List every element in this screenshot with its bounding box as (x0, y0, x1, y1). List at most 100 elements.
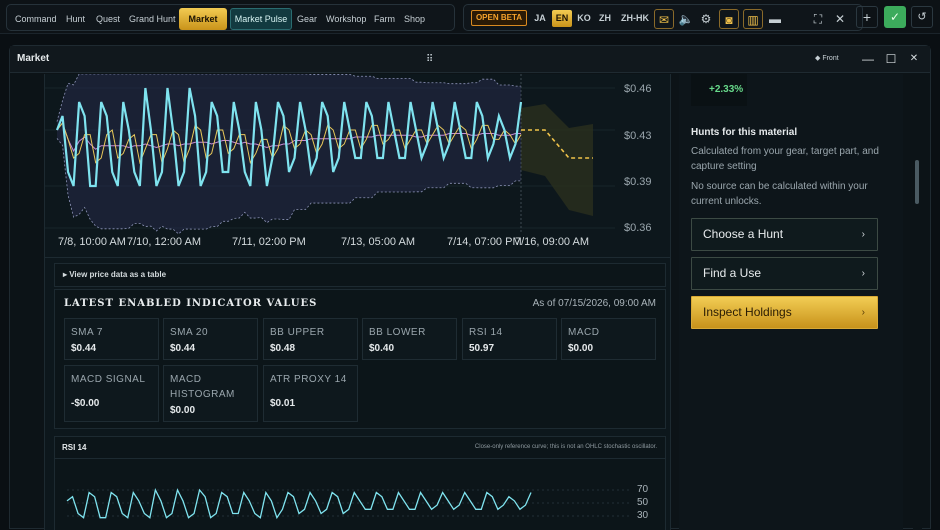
x-tick: 7/14, 07:00 PM (447, 236, 522, 248)
indicator-timestamp: As of 07/15/2026, 09:00 AM (532, 298, 656, 309)
plus-icon[interactable]: + (856, 6, 878, 28)
indicator-card: ATR PROXY 14 $0.01 (263, 365, 358, 422)
refresh-icon[interactable]: ↺ (911, 6, 933, 28)
nav-shop[interactable]: Shop (404, 10, 425, 29)
hunts-title: Hunts for this material (691, 127, 798, 138)
price-chart-svg (45, 74, 615, 235)
lang-ko[interactable]: KO (576, 10, 592, 27)
window-maximize-icon[interactable]: ☐ (883, 51, 899, 67)
nav-workshop[interactable]: Workshop (326, 10, 366, 29)
find-use-label: Find a Use (703, 266, 762, 280)
indicator-label: MACD (568, 327, 600, 338)
window-titlebar[interactable]: Market ⠿ ◆ Front — ☐ ✕ (10, 46, 930, 73)
price-change: +2.33% (709, 84, 744, 95)
discord-icon[interactable]: ◙ (719, 9, 739, 29)
check-icon[interactable]: ✓ (884, 6, 906, 28)
indicator-label: BB UPPER (270, 327, 325, 338)
x-tick: 7/13, 05:00 AM (341, 236, 415, 248)
indicator-label: RSI 14 (469, 327, 503, 338)
lang-en[interactable]: EN (552, 10, 572, 27)
change-box: +2.33% (691, 74, 747, 106)
scrollbar[interactable] (913, 74, 922, 530)
choose-hunt-button[interactable]: Choose a Hunt › (691, 218, 878, 251)
nav-farm[interactable]: Farm (374, 10, 395, 29)
front-button[interactable]: ◆ Front (815, 51, 860, 67)
nav-market[interactable]: Market (179, 8, 227, 30)
indicator-value: -$0.00 (71, 398, 100, 409)
indicator-label: SMA 7 (71, 327, 103, 338)
indicator-title: LATEST ENABLED INDICATOR VALUES (64, 298, 318, 309)
indicator-card: MACD HISTOGRAM $0.00 (163, 365, 258, 422)
front-label: Front (822, 55, 839, 62)
indicator-value: $0.00 (170, 405, 196, 416)
indicator-label: MACD HISTOGRAM (170, 374, 235, 400)
window-title: Market (17, 53, 50, 64)
view-table-toggle[interactable]: ▸ View price data as a table (54, 263, 666, 287)
find-use-button[interactable]: Find a Use › (691, 257, 878, 290)
chevron-right-icon: › (861, 268, 865, 279)
book-icon[interactable]: ▥ (743, 9, 763, 29)
indicator-card: SMA 20 $0.44 (163, 318, 258, 360)
window-minimize-icon[interactable]: — (860, 51, 876, 67)
scrollbar-thumb[interactable] (915, 160, 919, 204)
no-source-note: No source can be calculated within your … (691, 181, 868, 207)
nav-gear[interactable]: Gear (297, 10, 317, 29)
top-bar: Command Hunt Quest Grand Hunt Market Mar… (0, 0, 940, 34)
chevron-right-icon: › (861, 229, 865, 240)
indicator-panel: LATEST ENABLED INDICATOR VALUES As of 07… (54, 289, 666, 429)
indicator-card: BB UPPER $0.48 (263, 318, 358, 360)
volume-icon[interactable]: 🔈 (676, 9, 696, 29)
settings-icon[interactable]: ⚙ (696, 9, 716, 29)
indicator-label: BB LOWER (369, 327, 426, 338)
rsi-panel: RSI 14 Close-only reference curve; this … (54, 436, 666, 530)
y-tick: $0.46 (624, 83, 652, 95)
x-tick: 7/10, 12:00 AM (127, 236, 201, 248)
inspect-holdings-button[interactable]: Inspect Holdings › (691, 296, 878, 329)
rsi-note: Close-only reference curve; this is not … (474, 444, 657, 450)
side-panel: +2.33% Hunts for this material Calculate… (679, 74, 903, 530)
bollinger-band (57, 74, 521, 234)
top-controls: OPEN BETA JA EN KO ZH ZH-HK ✉ 🔈 ⚙ ◙ ▥ ▬ … (463, 4, 863, 31)
x-tick: 7/11, 02:00 PM (232, 236, 306, 248)
mail-icon[interactable]: ✉ (654, 9, 674, 29)
y-tick: $0.43 (624, 130, 652, 142)
nav-command[interactable]: Command (15, 10, 57, 29)
nav-quest[interactable]: Quest (96, 10, 120, 29)
lang-zh[interactable]: ZH (597, 10, 613, 27)
fullscreen-icon[interactable]: ⛶ (808, 9, 828, 29)
hunts-description: Calculated from your gear, target part, … (691, 146, 879, 172)
forecast-band (521, 104, 593, 216)
indicator-value: $0.44 (71, 343, 97, 354)
indicator-value: $0.40 (369, 343, 395, 354)
close-icon[interactable]: ✕ (830, 9, 850, 29)
market-main-panel: $0.46 $0.43 $0.39 $0.36 7/8, 10:00 AM 7/… (44, 74, 671, 530)
indicator-card: SMA 7 $0.44 (64, 318, 159, 360)
x-tick: 7/8, 10:00 AM (58, 236, 126, 248)
indicator-card: MACD SIGNAL -$0.00 (64, 365, 159, 422)
y-tick: $0.36 (624, 222, 652, 234)
price-chart: $0.46 $0.43 $0.39 $0.36 7/8, 10:00 AM 7/… (45, 74, 670, 258)
rsi-line (66, 488, 532, 520)
drag-handle-icon[interactable]: ⠿ (426, 54, 434, 65)
indicator-label: MACD SIGNAL (71, 374, 146, 385)
nav-grand-hunt[interactable]: Grand Hunt (129, 10, 176, 29)
indicator-value: $0.01 (270, 398, 296, 409)
rsi-y-tick: 30 (637, 510, 649, 521)
nav-hunt[interactable]: Hunt (66, 10, 85, 29)
indicator-label: ATR PROXY 14 (270, 374, 347, 385)
indicator-card: BB LOWER $0.40 (362, 318, 457, 360)
open-beta-badge: OPEN BETA (471, 10, 527, 26)
rsi-chart-svg (66, 488, 630, 520)
choose-hunt-label: Choose a Hunt (703, 227, 784, 241)
indicator-card: RSI 14 50.97 (462, 318, 557, 360)
minimize-icon[interactable]: ▬ (765, 9, 785, 29)
lang-zh-hk[interactable]: ZH-HK (619, 10, 651, 27)
window-close-icon[interactable]: ✕ (906, 51, 922, 67)
indicator-value: $0.00 (568, 343, 594, 354)
nav-market-pulse[interactable]: Market Pulse (230, 8, 292, 30)
lang-ja[interactable]: JA (532, 10, 548, 27)
market-window: Market ⠿ ◆ Front — ☐ ✕ $0.46 $0.43 $0.39… (9, 45, 931, 530)
indicator-card: MACD $0.00 (561, 318, 656, 360)
x-tick: 7/16, 09:00 AM (515, 236, 589, 248)
y-tick: $0.39 (624, 176, 652, 188)
